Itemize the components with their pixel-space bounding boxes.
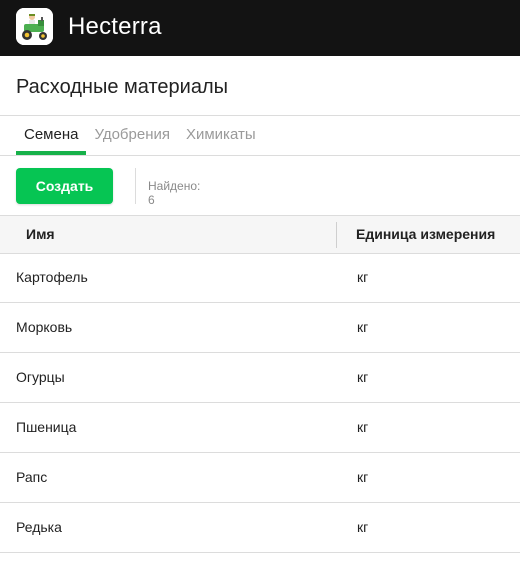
column-resize-handle[interactable]	[336, 222, 337, 248]
cell-name: Огурцы	[16, 369, 65, 385]
create-button[interactable]: Создать	[16, 168, 113, 204]
tab-chemicals[interactable]: Химикаты	[178, 116, 264, 155]
cell-name: Рапс	[16, 469, 48, 485]
results-count: Найдено: 6	[148, 179, 201, 207]
cell-name: Редька	[16, 519, 62, 535]
cell-unit: кг	[357, 269, 369, 285]
cell-unit: кг	[357, 369, 369, 385]
app-title: Hecterra	[68, 13, 162, 40]
tab-seeds[interactable]: Семена	[16, 116, 87, 155]
table-row[interactable]: Морковь кг	[0, 303, 520, 353]
cell-unit: кг	[357, 419, 369, 435]
table-header: Имя Единица измерения	[0, 215, 520, 254]
cell-unit: кг	[357, 319, 369, 335]
column-header-unit[interactable]: Единица измерения	[356, 226, 495, 242]
app-header: Hecterra	[0, 0, 520, 56]
toolbar-separator	[135, 168, 136, 204]
table-body: Картофель кг Морковь кг Огурцы кг Пшениц…	[0, 253, 520, 553]
category-tabs: Семена Удобрения Химикаты	[16, 116, 264, 155]
table-row[interactable]: Картофель кг	[0, 253, 520, 303]
page-title: Расходные материалы	[16, 76, 228, 98]
column-header-name[interactable]: Имя	[26, 226, 55, 242]
table-row[interactable]: Редька кг	[0, 503, 520, 553]
tractor-farmer-logo-icon[interactable]	[16, 8, 53, 45]
table-row[interactable]: Рапс кг	[0, 453, 520, 503]
table-row[interactable]: Огурцы кг	[0, 353, 520, 403]
cell-unit: кг	[357, 519, 369, 535]
cell-name: Картофель	[16, 269, 88, 285]
cell-unit: кг	[357, 469, 369, 485]
cell-name: Морковь	[16, 319, 73, 335]
tab-fertilizers[interactable]: Удобрения	[86, 116, 178, 155]
tabs-divider	[0, 155, 520, 156]
table-row[interactable]: Пшеница кг	[0, 403, 520, 453]
cell-name: Пшеница	[16, 419, 77, 435]
